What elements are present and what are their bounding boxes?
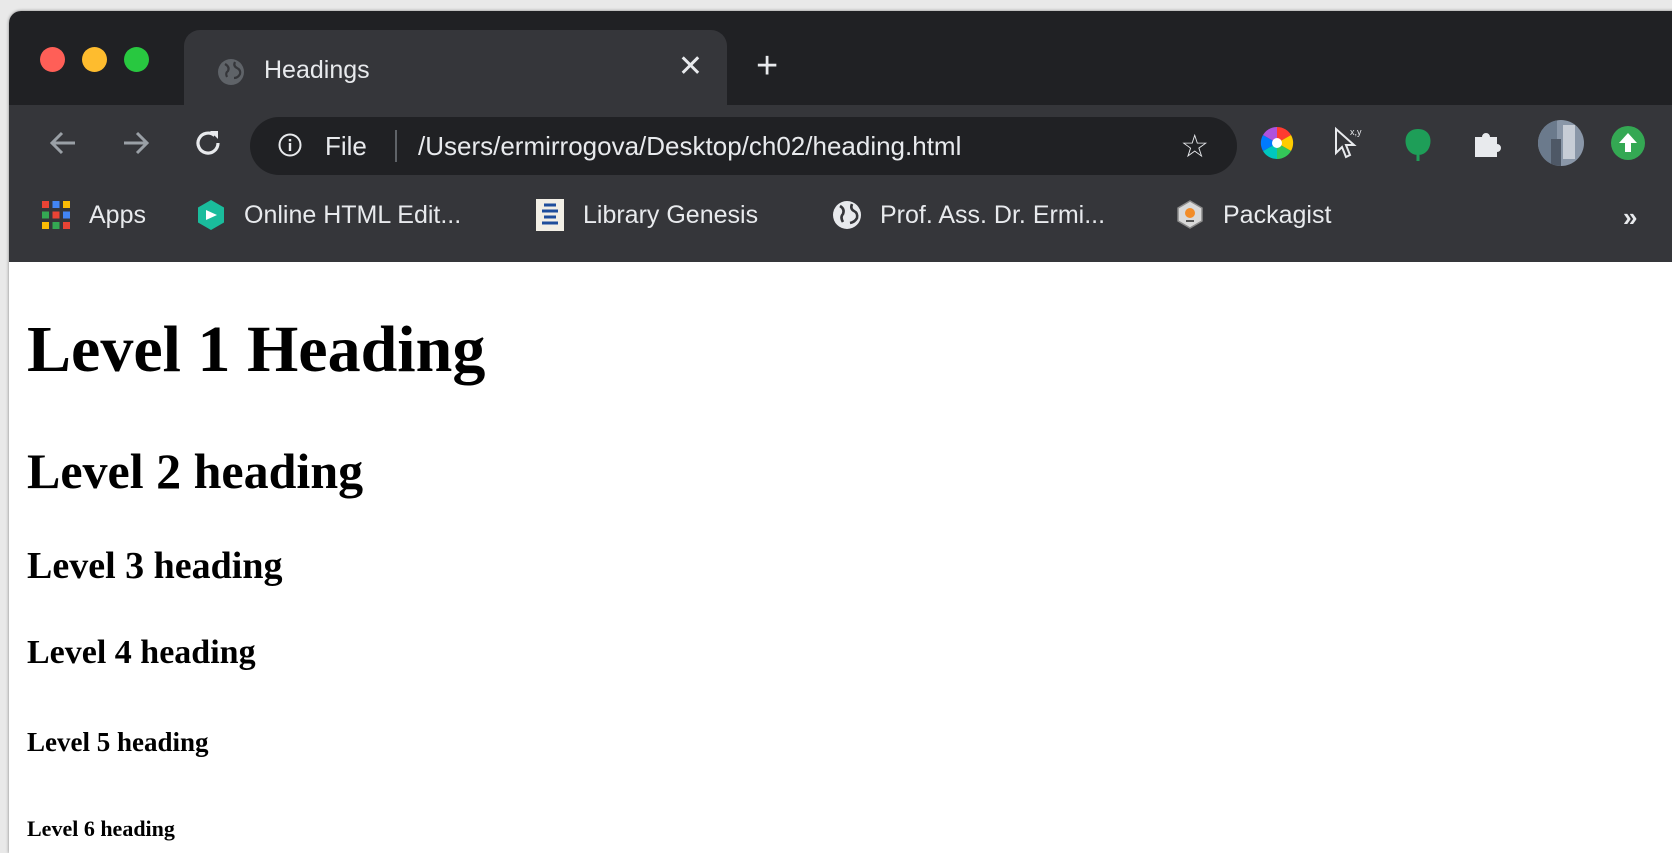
- globe-icon: [831, 199, 863, 231]
- scheme-label: File: [325, 131, 367, 161]
- avatar[interactable]: [1537, 119, 1585, 167]
- bookmark-label: Online HTML Edit...: [244, 200, 462, 229]
- arrow-right-icon: [124, 131, 150, 155]
- reload-button[interactable]: [184, 119, 232, 167]
- bookmarks-bar: Apps Online HTML Edit... Library Genesis: [9, 182, 1672, 262]
- bookmark-label: Prof. Ass. Dr. Ermi...: [880, 200, 1106, 229]
- bookmark-packagist[interactable]: Packagist: [1174, 197, 1331, 233]
- bookmark-star-icon[interactable]: ☆: [1180, 127, 1209, 165]
- green-leaf-icon[interactable]: [1399, 124, 1437, 162]
- tab-headings[interactable]: Headings ✕: [184, 30, 727, 105]
- info-icon[interactable]: [278, 133, 302, 157]
- svg-text:x,y: x,y: [1350, 127, 1362, 137]
- close-window-button[interactable]: [40, 47, 65, 72]
- heading-level-2: Level 2 heading: [27, 443, 364, 499]
- bookmark-label: Packagist: [1223, 200, 1332, 229]
- cursor-xy-icon[interactable]: x,y: [1327, 124, 1365, 162]
- globe-icon: [216, 57, 246, 92]
- bookmark-label: Library Genesis: [583, 200, 759, 229]
- browser-window: Headings ✕ + File /Users/ermirrogova/Des…: [9, 11, 1672, 853]
- bookmark-library-genesis[interactable]: Library Genesis: [534, 197, 758, 233]
- more-bookmarks-chevron-icon[interactable]: »: [1623, 202, 1637, 233]
- divider: [395, 130, 397, 162]
- close-icon[interactable]: ✕: [678, 52, 703, 82]
- url-text[interactable]: /Users/ermirrogova/Desktop/ch02/heading.…: [418, 131, 961, 162]
- page-content: Level 1 Heading Level 2 heading Level 3 …: [9, 262, 1672, 853]
- arrow-left-icon: [49, 131, 75, 155]
- bookmark-apps[interactable]: Apps: [40, 197, 146, 233]
- address-bar[interactable]: File /Users/ermirrogova/Desktop/ch02/hea…: [250, 117, 1237, 175]
- bookmark-online-html-editor[interactable]: Online HTML Edit...: [195, 197, 461, 233]
- forward-button[interactable]: [112, 119, 160, 167]
- packagist-icon: [1174, 199, 1206, 231]
- html-editor-icon: [195, 199, 227, 231]
- new-tab-button[interactable]: +: [756, 47, 778, 85]
- heading-level-1: Level 1 Heading: [27, 313, 486, 386]
- puzzle-icon[interactable]: [1468, 124, 1506, 162]
- minimize-window-button[interactable]: [82, 47, 107, 72]
- toolbar: File /Users/ermirrogova/Desktop/ch02/hea…: [9, 105, 1672, 182]
- bookmark-label: Apps: [89, 200, 146, 229]
- reload-icon: [196, 131, 220, 155]
- maximize-window-button[interactable]: [124, 47, 149, 72]
- apps-grid-icon: [40, 199, 72, 231]
- tab-strip: Headings ✕ +: [9, 11, 1672, 105]
- tab-title: Headings: [264, 56, 370, 84]
- heading-level-4: Level 4 heading: [27, 634, 256, 671]
- bookmark-prof-ass-dr[interactable]: Prof. Ass. Dr. Ermi...: [831, 197, 1105, 233]
- back-button[interactable]: [39, 119, 87, 167]
- color-wheel-icon[interactable]: [1258, 124, 1296, 162]
- heading-level-3: Level 3 heading: [27, 545, 283, 587]
- heading-level-5: Level 5 heading: [27, 727, 209, 757]
- library-icon: [534, 199, 566, 231]
- heading-level-6: Level 6 heading: [27, 816, 175, 841]
- upload-icon[interactable]: [1609, 124, 1647, 162]
